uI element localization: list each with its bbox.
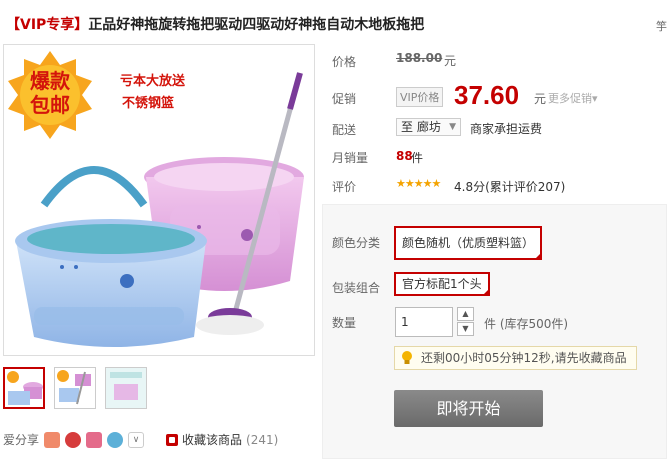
rating-text[interactable]: 4.8分(累计评价207)	[454, 178, 565, 195]
price-label: 价格	[332, 55, 357, 69]
promo-price-unit: 元	[534, 92, 547, 106]
ship-destination-value: 至 廊坊	[401, 120, 441, 134]
badge-line2: 包邮	[30, 93, 70, 117]
promo-line1: 亏本大放送	[120, 74, 186, 89]
main-product-image[interactable]: 爆款 包邮 亏本大放送 不锈钢篮	[3, 44, 315, 356]
ship-note: 商家承担运费	[470, 122, 543, 136]
qty-decrease-button[interactable]: ▼	[457, 322, 474, 336]
package-label: 包装组合	[332, 281, 381, 295]
color-option-selected[interactable]: 颜色随机（优质塑料篮）	[394, 226, 543, 260]
stock-text: 件 (库存500件)	[484, 317, 569, 331]
package-option-selected[interactable]: 官方标配1个头	[394, 272, 490, 296]
thumbnail-3-image	[106, 368, 146, 408]
thumbnail-2[interactable]	[54, 367, 96, 409]
badge-line1: 爆款	[30, 69, 70, 93]
sales-label: 月销量	[332, 151, 369, 165]
collect-label: 收藏该商品	[182, 433, 243, 447]
weibo-share-icon[interactable]	[65, 431, 82, 448]
rating-label: 评价	[332, 180, 357, 194]
title-overflow: 竽	[656, 20, 667, 33]
countdown-tip: 还剩00小时05分钟12秒,请先收藏商品	[394, 346, 637, 370]
collect-icon	[166, 433, 178, 446]
quantity-input[interactable]: 1	[395, 307, 453, 337]
badge-text: 爆款 包邮	[28, 69, 72, 117]
lightbulb-icon	[402, 351, 412, 364]
collect-button[interactable]: 收藏该商品 (241)	[166, 431, 278, 448]
product-title: 【VIP专享】正品好神拖旋转拖把驱动四驱动好神拖自动木地板拖把	[6, 14, 424, 34]
promo-text: 亏本大放送 不锈钢篮	[120, 71, 185, 115]
promo-line2: 不锈钢篮	[122, 96, 175, 111]
collect-count: (241)	[246, 432, 279, 447]
countdown-text: 还剩00小时05分钟12秒,请先收藏商品	[421, 351, 627, 365]
thumbnail-1[interactable]	[3, 367, 45, 409]
qzone-share-icon[interactable]	[44, 431, 61, 448]
more-promo-link[interactable]: 更多促销▾	[548, 90, 598, 106]
qty-increase-button[interactable]: ▲	[457, 307, 474, 321]
share-label: 爱分享	[3, 433, 40, 447]
thumbnail-3[interactable]	[105, 367, 147, 409]
tencent-share-icon[interactable]	[107, 431, 124, 448]
vip-price-tag: VIP价格	[396, 87, 444, 107]
qty-label: 数量	[332, 316, 357, 330]
thumbnail-1-image	[5, 369, 43, 407]
chevron-down-icon[interactable]: ∨	[128, 431, 145, 448]
promo-label: 促销	[332, 92, 357, 106]
buy-button[interactable]: 即将开始	[394, 390, 543, 427]
chevron-down-icon: ▼	[449, 122, 456, 132]
ship-label: 配送	[332, 123, 357, 137]
share-bar: 爱分享 ∨	[3, 431, 145, 448]
vip-prefix: 【VIP专享】	[6, 17, 89, 33]
renren-share-icon[interactable]	[86, 431, 103, 448]
rating-stars-icon: ★★★★★	[396, 177, 441, 190]
thumbnail-2-image	[55, 368, 95, 408]
promo-price: 37.60	[454, 80, 520, 110]
product-title-text: 正品好神拖旋转拖把驱动四驱动好神拖自动木地板拖把	[88, 17, 425, 33]
original-price-unit: 元	[444, 54, 457, 68]
ship-destination-select[interactable]: 至 廊坊 ▼	[396, 118, 461, 136]
sales-unit: 件	[411, 151, 424, 165]
original-price: 188.00	[396, 51, 443, 65]
color-label: 颜色分类	[332, 236, 381, 250]
